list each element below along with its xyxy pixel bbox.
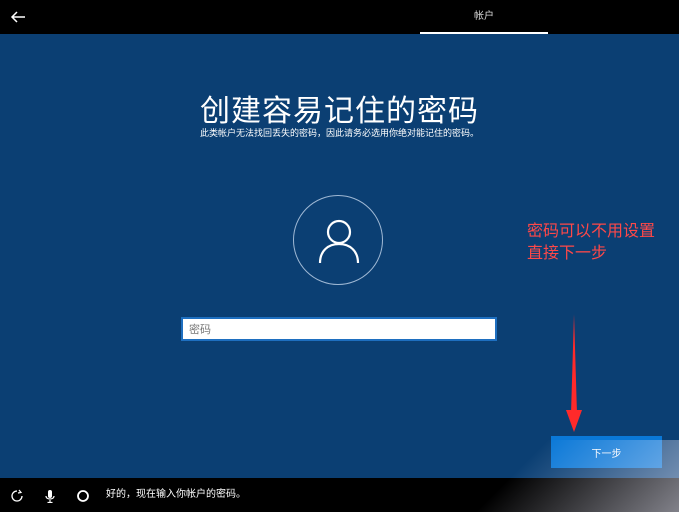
page-title: 创建容易记住的密码 [200, 94, 479, 129]
annotation-arrow-icon [566, 314, 582, 432]
annotation-line-2: 直接下一步 [527, 243, 608, 262]
bottom-bar: 好的，现在输入你帐户的密码。 [0, 478, 679, 512]
top-bar: 帐户 [0, 0, 679, 34]
avatar [293, 195, 383, 285]
cortana-icon [77, 490, 89, 502]
main-panel: 创建容易记住的密码 此类帐户无法找回丢失的密码，因此请务必选用你绝对能记住的密码… [0, 34, 679, 478]
back-button[interactable] [8, 7, 28, 27]
tab-account: 帐户 [420, 0, 548, 34]
password-input[interactable] [181, 317, 497, 341]
page-subtitle: 此类帐户无法找回丢失的密码，因此请务必选用你绝对能记住的密码。 [199, 129, 479, 139]
accessibility-icon [11, 489, 23, 502]
accessibility-button[interactable] [10, 488, 24, 502]
user-icon [318, 219, 360, 264]
back-arrow-icon [10, 11, 25, 23]
next-button[interactable]: 下一步 [551, 436, 662, 468]
cortana-prompt-text: 好的，现在输入你帐户的密码。 [106, 489, 246, 500]
cortana-button[interactable] [76, 488, 90, 502]
microphone-icon [45, 490, 55, 504]
annotation-note: 密码可以不用设置 直接下一步 [527, 220, 677, 264]
tab-account-label: 帐户 [474, 11, 494, 22]
microphone-button[interactable] [43, 488, 57, 504]
annotation-line-1: 密码可以不用设置 [527, 221, 656, 240]
